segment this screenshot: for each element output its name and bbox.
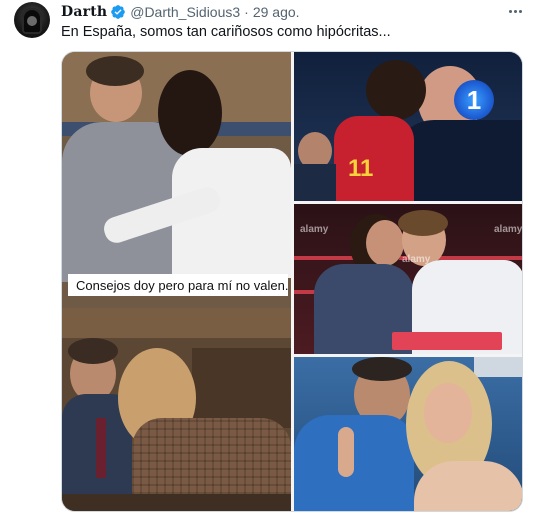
photo-panel-bottom-right	[294, 357, 522, 511]
jersey-number: 11	[348, 155, 374, 182]
user-handle[interactable]: @Darth_Sidious3	[130, 4, 240, 20]
watermark: alamy	[300, 224, 329, 235]
bystander-suit-shape	[294, 164, 336, 201]
dark-hair-shape	[352, 357, 412, 381]
more-dot	[518, 9, 522, 13]
curly-hair-shape	[398, 210, 448, 236]
photo-panel-middle-right: alamy alamy alamy	[294, 204, 523, 354]
watermark: alamy	[494, 224, 523, 235]
avatar[interactable]	[14, 2, 50, 38]
hand-shape	[338, 427, 354, 477]
dark-hair-shape	[158, 70, 222, 156]
red-jersey-shape	[334, 116, 414, 201]
avatar-face-shape	[27, 16, 37, 26]
photo-panel-top-right: 11 1	[294, 52, 522, 201]
verified-badge-icon	[111, 5, 126, 19]
watermark: alamy	[402, 254, 431, 265]
person-face-shape	[424, 383, 472, 443]
separator-dot: ·	[244, 4, 249, 20]
channel-one-logo: 1	[454, 80, 494, 120]
tweet: Darth @Darth_Sidious3 · 29 ago. En Españ…	[0, 0, 538, 518]
seat-shape	[192, 348, 291, 428]
photo-panel-bottom-left	[62, 308, 291, 511]
blue-shirt-shape	[294, 415, 414, 511]
tweet-date[interactable]: 29 ago.	[253, 4, 300, 20]
plaid-jacket-shape	[132, 418, 291, 494]
tweet-media-collage[interactable]: Consejos doy pero para mí no valen. 11 1	[61, 51, 523, 512]
display-name[interactable]: Darth	[61, 4, 107, 20]
sign-shape	[474, 357, 522, 377]
more-dot	[508, 9, 512, 13]
photo-panel-top-left: Consejos doy pero para mí no valen.	[62, 52, 291, 308]
tweet-header: Darth @Darth_Sidious3 · 29 ago.	[61, 3, 300, 21]
hair-shape	[86, 56, 144, 86]
wood-bench-top-shape	[62, 308, 291, 338]
lectern-shape	[392, 332, 502, 350]
tie-shape	[96, 418, 106, 478]
shoulder-shape	[414, 461, 522, 511]
tweet-text: En España, somos tan cariñosos como hipó…	[61, 24, 391, 40]
meme-caption: Consejos doy pero para mí no valen.	[68, 274, 288, 296]
hair-shape	[68, 338, 118, 364]
dark-hair-shape	[366, 60, 426, 120]
more-dot	[513, 9, 517, 13]
more-options-icon[interactable]	[504, 2, 526, 20]
